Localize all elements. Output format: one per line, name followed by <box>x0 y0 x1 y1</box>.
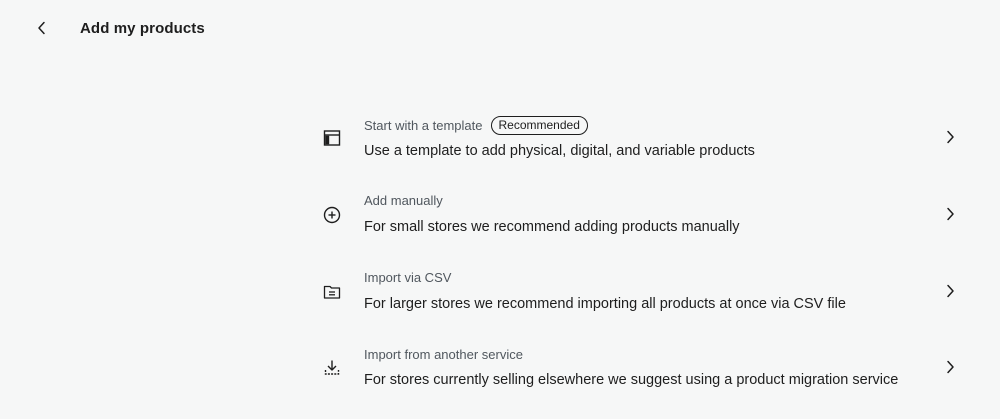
page-title: Add my products <box>80 20 205 37</box>
header: Add my products <box>0 0 1000 58</box>
option-import-another-service[interactable]: Import from another service For stores c… <box>308 331 968 408</box>
option-title: Import from another service <box>364 347 523 362</box>
option-title: Add manually <box>364 193 443 208</box>
chevron-right-icon <box>940 204 960 224</box>
option-description: For stores currently selling elsewhere w… <box>364 372 899 388</box>
csv-file-icon <box>320 280 344 304</box>
option-start-with-template[interactable]: Start with a template Recommended Use a … <box>308 100 968 177</box>
chevron-left-icon <box>36 21 48 35</box>
option-add-manually[interactable]: Add manually For small stores we recomme… <box>308 177 968 254</box>
chevron-right-icon <box>940 127 960 147</box>
option-title-row: Import from another service <box>364 347 523 362</box>
template-icon <box>320 126 344 150</box>
plus-circle-icon <box>320 203 344 227</box>
option-title-row: Add manually <box>364 193 443 208</box>
product-options-list: Start with a template Recommended Use a … <box>308 100 968 408</box>
option-title: Import via CSV <box>364 270 452 285</box>
back-button[interactable] <box>30 16 54 40</box>
option-description: Use a template to add physical, digital,… <box>364 143 755 159</box>
option-title-row: Start with a template Recommended <box>364 116 588 135</box>
chevron-right-icon <box>940 357 960 377</box>
chevron-right-icon <box>940 281 960 301</box>
option-description: For small stores we recommend adding pro… <box>364 219 740 235</box>
option-title-row: Import via CSV <box>364 270 451 285</box>
recommended-badge: Recommended <box>490 116 588 135</box>
option-description: For larger stores we recommend importing… <box>364 296 846 312</box>
option-title: Start with a template <box>364 118 483 133</box>
download-icon <box>320 356 344 380</box>
option-import-csv[interactable]: Import via CSV For larger stores we reco… <box>308 254 968 331</box>
